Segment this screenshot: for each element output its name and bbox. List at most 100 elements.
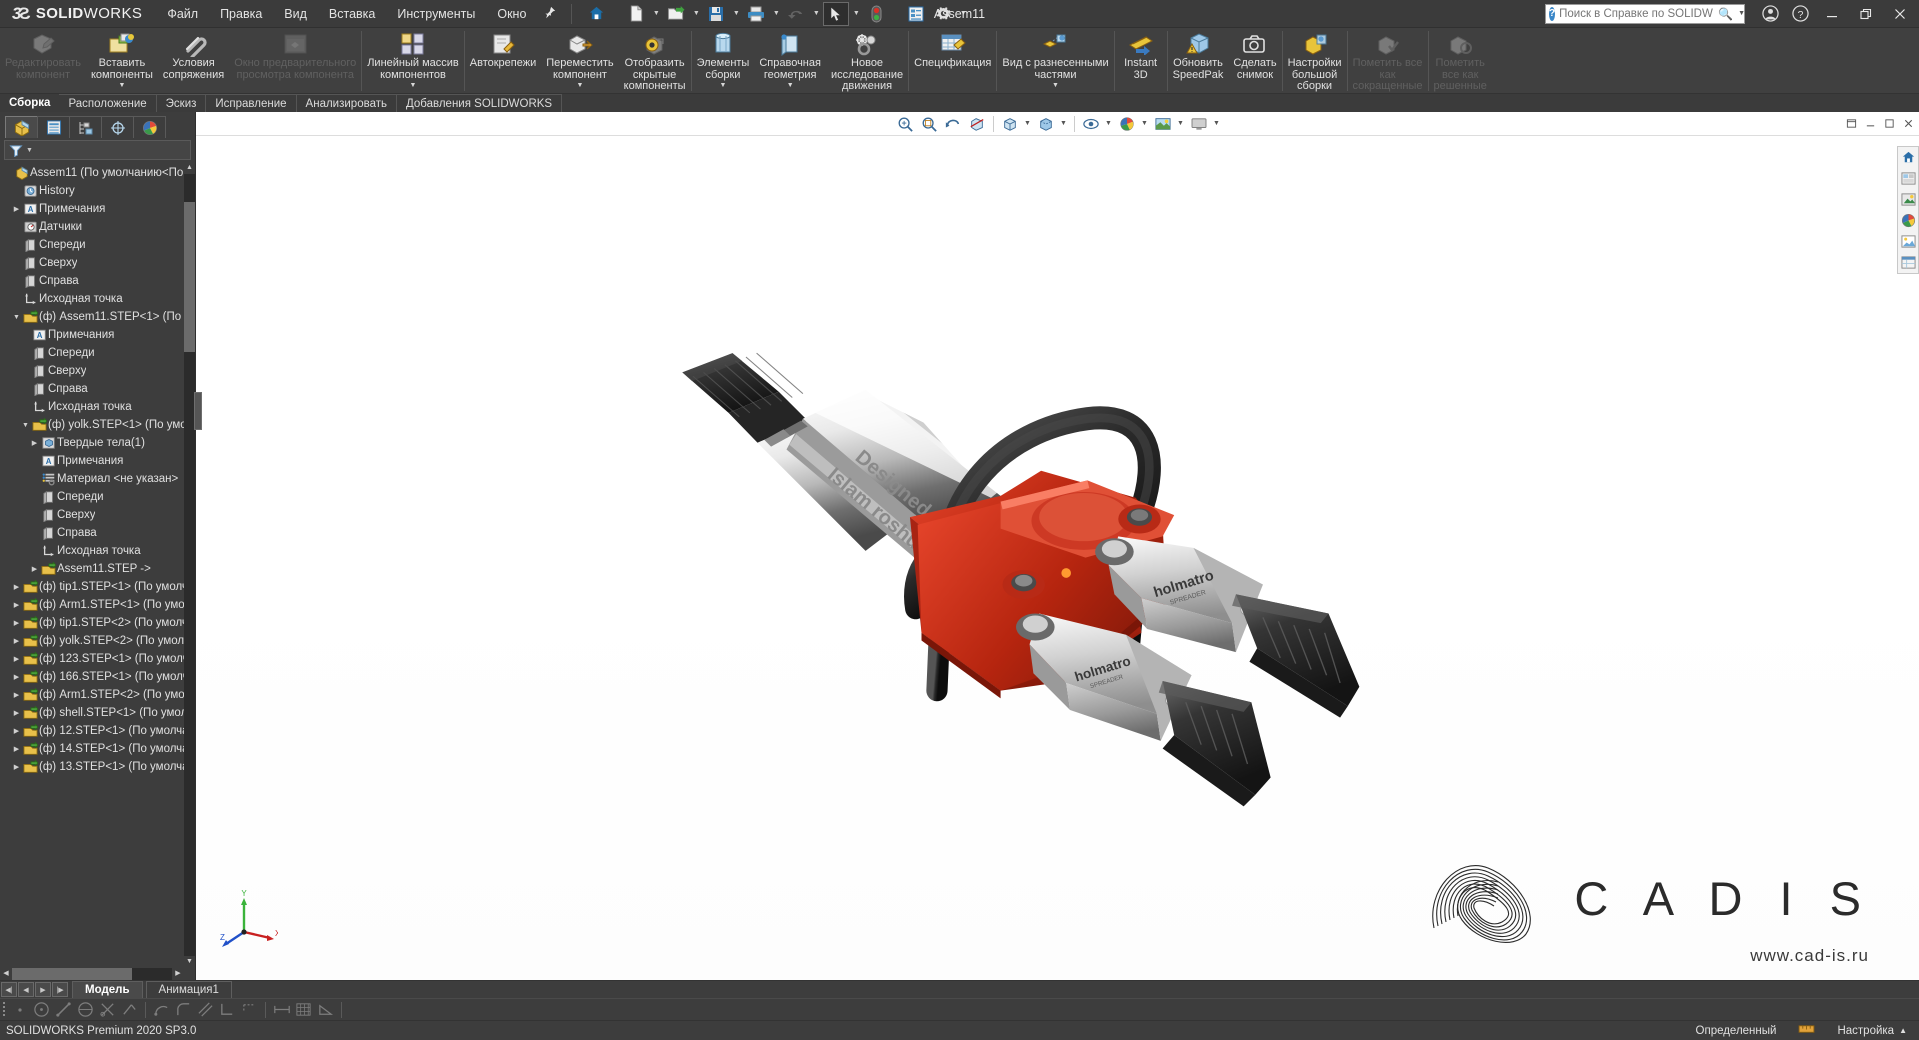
- filter-caret-icon[interactable]: ▼: [26, 147, 33, 154]
- new-document-caret-icon[interactable]: ▼: [650, 2, 662, 26]
- ribbon-button-move-component[interactable]: Переместить компонент ▼: [541, 28, 618, 93]
- tree-item[interactable]: A Примечания: [0, 452, 195, 470]
- tab-4[interactable]: Анализировать: [296, 94, 397, 112]
- ribbon-button-mate-paperclip[interactable]: Условия сопряжения: [158, 28, 229, 93]
- tree-expand-icon[interactable]: ▶: [11, 763, 22, 771]
- tree-item[interactable]: Спереди: [0, 236, 195, 254]
- prev-icon[interactable]: ◀: [18, 982, 34, 997]
- ribbon-button-large-assembly-settings[interactable]: Настройки большой сборки: [1283, 28, 1347, 93]
- ribbon-button-new-motion-study[interactable]: Новое исследование движения: [826, 28, 908, 93]
- tree-item[interactable]: Сверху: [0, 362, 195, 380]
- print-caret-icon[interactable]: ▼: [770, 2, 782, 26]
- tree-item[interactable]: Спереди: [0, 344, 195, 362]
- tree-item[interactable]: History: [0, 182, 195, 200]
- tab-2[interactable]: Эскиз: [156, 94, 207, 112]
- tree-expand-icon[interactable]: ▶: [11, 745, 22, 753]
- tree-item[interactable]: ▶ (ф) tip1.STEP<2> (По умолч: [0, 614, 195, 632]
- menu-view[interactable]: Вид: [273, 3, 318, 25]
- window-close-button[interactable]: [1883, 0, 1917, 28]
- ribbon-button-insert-components[interactable]: Вставить компоненты ▼: [86, 28, 158, 93]
- menu-tools[interactable]: Инструменты: [386, 3, 486, 25]
- rectangle-icon[interactable]: [217, 1000, 238, 1019]
- feature-tree[interactable]: Assem11 (По умолчанию<По умол History ▶ A Пр…: [0, 162, 195, 968]
- ribbon-button-assembly-features[interactable]: Элементы сборки ▼: [692, 28, 755, 93]
- tree-expand-icon[interactable]: ▶: [11, 727, 22, 735]
- ribbon-button-show-hidden-components[interactable]: Отобразить скрытые компоненты: [619, 28, 691, 93]
- tree-expand-icon[interactable]: ▶: [11, 637, 22, 645]
- ribbon-button-update-speedpak[interactable]: Обновить SpeedPak: [1168, 28, 1229, 93]
- settings-caret-icon[interactable]: ▼: [957, 2, 969, 26]
- tree-expand-icon[interactable]: ▶: [11, 205, 22, 213]
- tree-item[interactable]: Материал <не указан>: [0, 470, 195, 488]
- tree-expand-icon[interactable]: ▶: [11, 601, 22, 609]
- tree-item[interactable]: Датчики: [0, 218, 195, 236]
- tree-item[interactable]: ▼ (ф) yolk.STEP<1> (По умолч: [0, 416, 195, 434]
- tree-collapse-icon[interactable]: ▼: [20, 422, 31, 429]
- tab-0[interactable]: Сборка: [0, 94, 59, 112]
- tab-5[interactable]: Добавления SOLIDWORKS: [396, 94, 563, 112]
- tree-item[interactable]: ▼ (ф) Assem11.STEP<1> (По умол: [0, 308, 195, 326]
- ribbon-button-component-preview-window[interactable]: Окно предварительного просмотра компонен…: [229, 28, 361, 93]
- ribbon-button-mark-all-resolved[interactable]: Пометить все как решенные: [1429, 28, 1492, 93]
- tree-scroll-up-icon[interactable]: ▲: [184, 162, 195, 174]
- last-icon[interactable]: |▶: [52, 982, 68, 997]
- open-document-icon[interactable]: [663, 2, 689, 26]
- status-settings-label[interactable]: Настройка: [1837, 1025, 1894, 1037]
- help-icon[interactable]: ?: [1785, 1, 1815, 27]
- sketch-circle-icon[interactable]: [31, 1000, 52, 1019]
- ribbon-button-take-snapshot[interactable]: Сделать снимок: [1228, 28, 1281, 93]
- search-input[interactable]: [1559, 7, 1714, 20]
- configuration-manager-tab[interactable]: [69, 116, 102, 138]
- linear-sketch-pattern-icon[interactable]: [239, 1000, 260, 1019]
- tree-scroll-right-icon[interactable]: ▶: [172, 968, 184, 980]
- tree-expand-icon[interactable]: ▶: [29, 439, 40, 447]
- tree-item[interactable]: Справа: [0, 380, 195, 398]
- tree-item[interactable]: ▶ A Примечания: [0, 200, 195, 218]
- home-icon[interactable]: [583, 2, 609, 26]
- tree-item[interactable]: Assem11 (По умолчанию<По умол: [0, 164, 195, 182]
- tree-expand-icon[interactable]: ▶: [11, 619, 22, 627]
- tree-expand-icon[interactable]: ▶: [11, 691, 22, 699]
- menu-file[interactable]: Файл: [156, 3, 209, 25]
- display-manager-tab[interactable]: [133, 116, 166, 138]
- select-cursor-icon[interactable]: [823, 1, 850, 26]
- grid-icon[interactable]: [293, 1000, 314, 1019]
- panel-splitter-handle[interactable]: [194, 392, 202, 430]
- tree-item[interactable]: ▶ Assem11.STEP ->: [0, 560, 195, 578]
- print-icon[interactable]: [743, 2, 769, 26]
- tree-item[interactable]: Сверху: [0, 254, 195, 272]
- ribbon-button-reference-geometry[interactable]: Справочная геометрия ▼: [754, 28, 826, 93]
- graphics-area[interactable]: ▼ ▼ ▼ ▼ ▼ ▼ Designed by Islam roshumi ho…: [196, 112, 1919, 980]
- undo-icon[interactable]: [783, 2, 809, 26]
- tree-horizontal-scrollbar[interactable]: ◀ ▶: [0, 968, 184, 980]
- pin-icon[interactable]: [537, 4, 566, 24]
- tree-item[interactable]: ▶ (ф) 13.STEP<1> (По умолча: [0, 758, 195, 776]
- ribbon-button-smart-fasteners[interactable]: Автокрепежи: [465, 28, 541, 93]
- line-icon[interactable]: [53, 1000, 74, 1019]
- tree-expand-icon[interactable]: ▶: [11, 709, 22, 717]
- tree-item[interactable]: ▶ (ф) Arm1.STEP<2> (По умол: [0, 686, 195, 704]
- search-caret-icon[interactable]: ▼: [1738, 10, 1747, 17]
- tree-item[interactable]: ▶ (ф) tip1.STEP<1> (По умолч: [0, 578, 195, 596]
- rebuild-traffic-light-icon[interactable]: [863, 2, 889, 26]
- tree-vertical-scrollbar[interactable]: ▲ ▼: [184, 162, 195, 968]
- tree-item[interactable]: Исходная точка: [0, 398, 195, 416]
- convert-entities-icon[interactable]: [119, 1000, 140, 1019]
- save-caret-icon[interactable]: ▼: [730, 2, 742, 26]
- ribbon-dropdown-caret-icon[interactable]: ▼: [576, 82, 583, 89]
- tree-item[interactable]: Исходная точка: [0, 542, 195, 560]
- menu-edit[interactable]: Правка: [209, 3, 273, 25]
- tree-filter-box[interactable]: ▼: [4, 140, 191, 160]
- menu-insert[interactable]: Вставка: [318, 3, 386, 25]
- ribbon-dropdown-caret-icon[interactable]: ▼: [1052, 82, 1059, 89]
- open-document-caret-icon[interactable]: ▼: [690, 2, 702, 26]
- view-home-icon[interactable]: [1898, 147, 1918, 168]
- ribbon-button-edit-component[interactable]: Редактировать компонент: [0, 28, 86, 93]
- window-restore-button[interactable]: [1849, 0, 1883, 28]
- new-document-icon[interactable]: [623, 2, 649, 26]
- user-account-icon[interactable]: [1755, 1, 1785, 27]
- help-search-box[interactable]: ? 🔍 ▼: [1545, 3, 1747, 24]
- feature-manager-tab[interactable]: [5, 116, 38, 138]
- scenes-icon[interactable]: [1898, 210, 1918, 231]
- tree-hscroll-thumb[interactable]: [12, 968, 132, 980]
